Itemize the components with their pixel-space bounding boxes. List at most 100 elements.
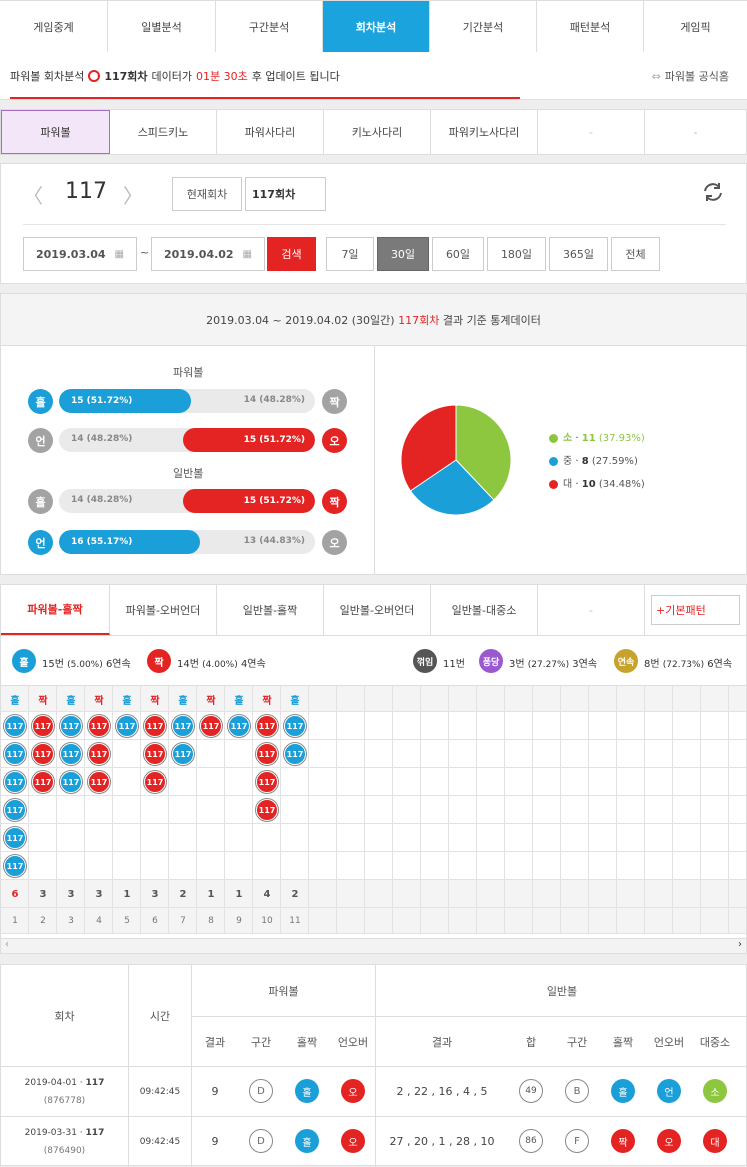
prev-round-button[interactable]: 〈	[23, 180, 43, 209]
grid-header: 짝	[150, 695, 160, 707]
tab-keno-ladder[interactable]: 키노사다리	[324, 110, 431, 154]
pattern-ball: 117	[88, 771, 110, 793]
grid-cell	[141, 852, 169, 880]
grid-cell	[113, 824, 141, 852]
time-cell: 09:42:45	[139, 1136, 181, 1147]
pb-result: 9	[211, 1085, 219, 1098]
range-all-button[interactable]: 전체	[611, 237, 660, 271]
pattern-ball: 117	[172, 743, 194, 765]
range-365d-button[interactable]: 365일	[549, 237, 608, 271]
top-tab-bar: 게임중계 일별분석 구간분석 회차분석 기간분석 패턴분석 게임픽	[0, 0, 747, 52]
grid-cell	[197, 768, 225, 796]
tab-power-keno-ladder[interactable]: 파워키노사다리	[431, 110, 538, 154]
nb-result: 2 , 22 , 16 , 4 , 5	[396, 1085, 488, 1098]
grid-cell	[673, 852, 701, 880]
continuous-icon: 연속	[614, 649, 638, 673]
grid-index: 3	[68, 916, 74, 926]
tab-powerball[interactable]: 파워볼	[1, 110, 110, 154]
nb-odd-even-badge: 홀	[611, 1079, 635, 1103]
horizontal-scrollbar[interactable]: ‹ ›	[1, 938, 746, 953]
header-powerball: 파워볼	[268, 984, 299, 998]
pattern-ball: 117	[32, 771, 54, 793]
tab-pb-over-under[interactable]: 파워볼-오버언더	[110, 585, 217, 635]
odd-count: 15번	[42, 659, 64, 670]
grid-index: 10	[261, 916, 273, 926]
table-row[interactable]: 2019-03-31 · 117 (876490) 09:42:45 9 D 홀…	[1, 1117, 747, 1166]
nb-under-over-bar: 16 (55.17%) 13 (44.83%)	[59, 530, 315, 554]
grid-cell	[729, 712, 746, 740]
range-180d-button[interactable]: 180일	[487, 237, 546, 271]
date-from-input[interactable]: 2019.03.04 ▦	[23, 237, 137, 271]
grid-cell	[449, 712, 477, 740]
scroll-right-icon[interactable]: ›	[738, 939, 742, 950]
search-button[interactable]: 검색	[267, 237, 316, 271]
pattern-ball: 117	[4, 715, 26, 737]
range-30d-button[interactable]: 30일	[377, 237, 429, 271]
grid-cell	[337, 880, 365, 908]
table-row[interactable]: 2019-04-01 · 117 (876778) 09:42:45 9 D 홀…	[1, 1067, 747, 1116]
tab-period-analysis[interactable]: 기간분석	[430, 1, 537, 52]
range-60d-button[interactable]: 60일	[432, 237, 484, 271]
grid-cell	[309, 852, 337, 880]
pattern-ball: 117	[144, 715, 166, 737]
pb-odd-even-badge: 홀	[295, 1079, 319, 1103]
next-round-button[interactable]: 〉	[123, 180, 143, 209]
tab-speedkeno[interactable]: 스피드키노	[110, 110, 217, 154]
grid-cell	[141, 796, 169, 824]
legend-small: 소 · 11 (37.93%)	[549, 427, 645, 450]
round-input[interactable]: 117회차	[245, 177, 326, 211]
sub-pb-under-over: 언오버	[337, 1035, 369, 1049]
range-7d-button[interactable]: 7일	[326, 237, 374, 271]
tab-pattern-analysis[interactable]: 패턴분석	[537, 1, 644, 52]
grid-index: 4	[96, 916, 102, 926]
update-suffix: 후 업데이트 됩니다	[251, 70, 340, 83]
grid-cell	[561, 852, 589, 880]
grid-cell	[701, 686, 729, 712]
tab-section-analysis[interactable]: 구간분석	[216, 1, 323, 52]
grid-cell	[533, 712, 561, 740]
grid-cell	[533, 880, 561, 908]
grid-cell	[197, 852, 225, 880]
grid-cell	[673, 768, 701, 796]
tab-power-ladder[interactable]: 파워사다리	[217, 110, 324, 154]
current-round-button[interactable]: 현재회차	[172, 177, 242, 211]
scroll-left-icon[interactable]: ‹	[5, 939, 9, 950]
grid-cell	[589, 824, 617, 852]
grid-cell	[589, 852, 617, 880]
grid-cell	[477, 740, 505, 768]
header-normalball: 일반볼	[546, 984, 578, 998]
grid-index: 8	[208, 916, 214, 926]
grid-cell	[421, 686, 449, 712]
pb-range-badge: D	[249, 1079, 273, 1103]
grid-count: 1	[123, 888, 131, 900]
grid-cell	[337, 824, 365, 852]
grid-cell	[309, 740, 337, 768]
tab-nb-odd-even[interactable]: 일반볼-홀짝	[217, 585, 324, 635]
tab-game-pick[interactable]: 게임픽	[644, 1, 747, 52]
add-pattern-button[interactable]: +기본패턴	[651, 595, 740, 625]
grid-cell	[561, 686, 589, 712]
tab-nb-size[interactable]: 일반볼-대중소	[431, 585, 538, 635]
grid-cell	[673, 824, 701, 852]
round-number: 117	[65, 179, 107, 204]
grid-cell	[253, 824, 281, 852]
grid-cell	[729, 740, 746, 768]
grid-cell	[365, 740, 393, 768]
date-to-input[interactable]: 2019.04.02 ▦	[151, 237, 265, 271]
bar-left-fill: 16 (55.17%)	[59, 530, 200, 554]
pattern-ball: 117	[200, 715, 222, 737]
tab-nb-over-under[interactable]: 일반볼-오버언더	[324, 585, 431, 635]
grid-cell	[477, 880, 505, 908]
tab-pb-odd-even[interactable]: 파워볼-홀짝	[1, 585, 110, 635]
tab-game-broadcast[interactable]: 게임중계	[0, 1, 108, 52]
legend-large: 대 · 10 (34.48%)	[549, 473, 645, 496]
pattern-summary: 홀 15번 (5.00%) 6연속 짝 14번 (4.00%) 4연속 꺾임 1…	[1, 636, 746, 686]
grid-header: 홀	[290, 695, 300, 707]
grid-cell	[393, 824, 421, 852]
official-home-link[interactable]: ⇔ 파워볼 공식홈	[652, 68, 729, 84]
tab-daily-analysis[interactable]: 일별분석	[108, 1, 216, 52]
tab-round-analysis[interactable]: 회차분석	[323, 1, 430, 52]
grid-cell	[617, 712, 645, 740]
refresh-icon[interactable]	[701, 180, 725, 204]
pattern-ball: 117	[4, 799, 26, 821]
